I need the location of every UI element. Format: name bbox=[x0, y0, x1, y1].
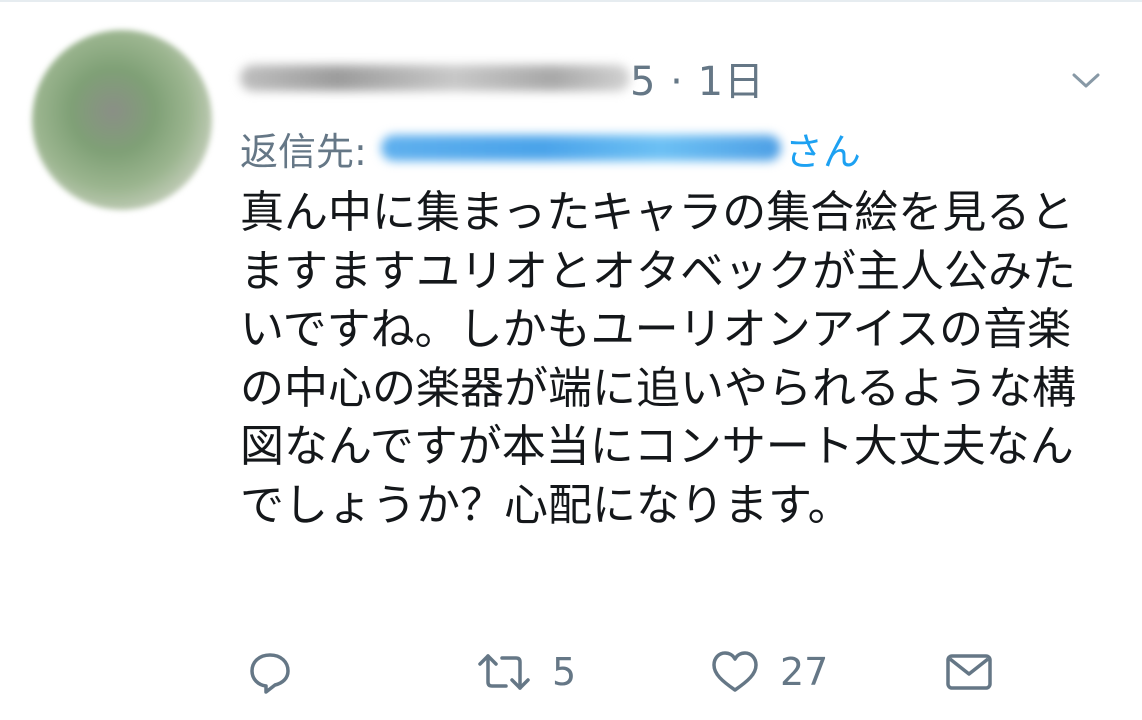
reply-to-suffix[interactable]: さん bbox=[785, 121, 861, 176]
avatar[interactable] bbox=[32, 30, 212, 210]
blurred-reply-handle[interactable] bbox=[380, 135, 781, 161]
retweet-icon bbox=[478, 654, 530, 690]
heart-icon bbox=[712, 651, 758, 692]
like-button[interactable]: 27 bbox=[710, 642, 828, 702]
reply-icon bbox=[250, 653, 290, 694]
tweet[interactable]: 5 · 1日 返信先: さん 真ん中に集まったキャラの集合絵を見るとますますユリ… bbox=[0, 0, 1142, 720]
tweet-actions: 5 27 bbox=[240, 642, 1000, 702]
tweet-text: 真ん中に集まったキャラの集合絵を見るとますますユリオとオタベックが主人公みたいで… bbox=[240, 187, 1076, 531]
chevron-down-icon[interactable] bbox=[1068, 62, 1104, 98]
retweet-count: 5 bbox=[552, 650, 577, 694]
direct-message-button[interactable] bbox=[944, 642, 994, 702]
reply-to-line: 返信先: さん bbox=[240, 120, 861, 176]
reply-to-label: 返信先: bbox=[240, 129, 367, 174]
envelope-icon bbox=[946, 654, 992, 690]
tweet-time[interactable]: 5 · 1日 bbox=[630, 49, 765, 107]
tweet-header: 5 · 1日 bbox=[240, 50, 765, 106]
like-count: 27 bbox=[780, 650, 829, 694]
retweet-button[interactable]: 5 bbox=[476, 642, 576, 702]
blurred-user-name[interactable] bbox=[240, 65, 630, 91]
reply-button[interactable] bbox=[246, 642, 294, 702]
